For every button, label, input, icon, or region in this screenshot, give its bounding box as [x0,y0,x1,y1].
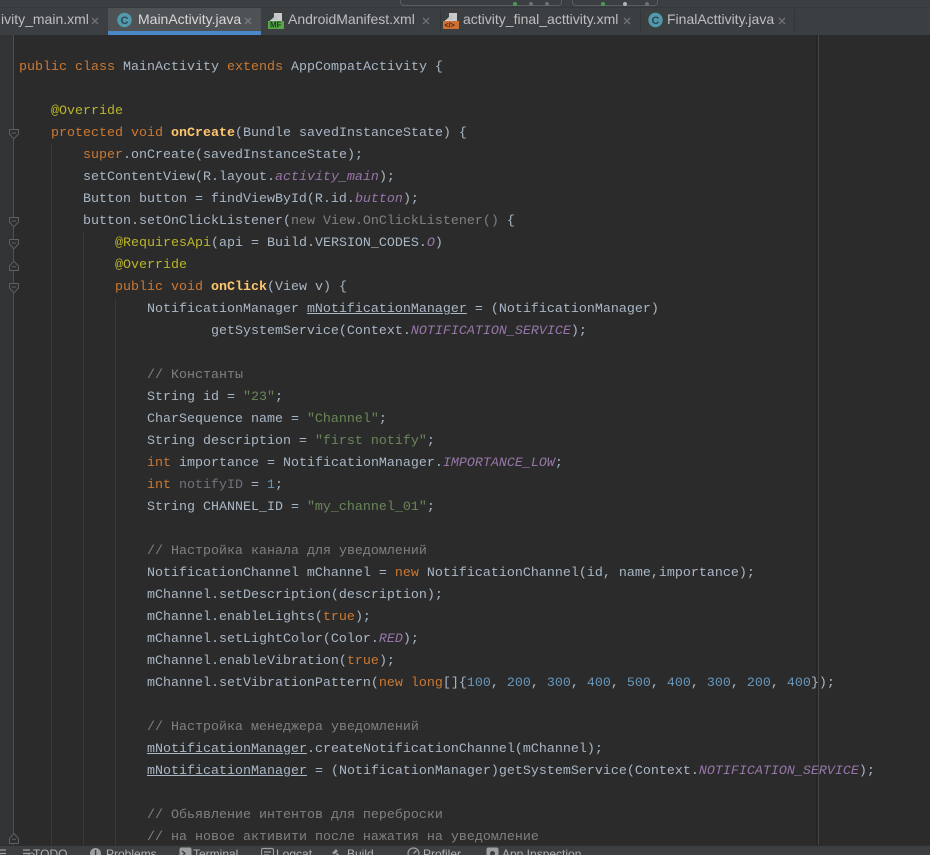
svg-text:MF: MF [270,21,282,30]
svg-text:C: C [121,15,129,27]
svg-text:</>: </> [445,23,455,30]
svg-text:C: C [652,15,660,27]
